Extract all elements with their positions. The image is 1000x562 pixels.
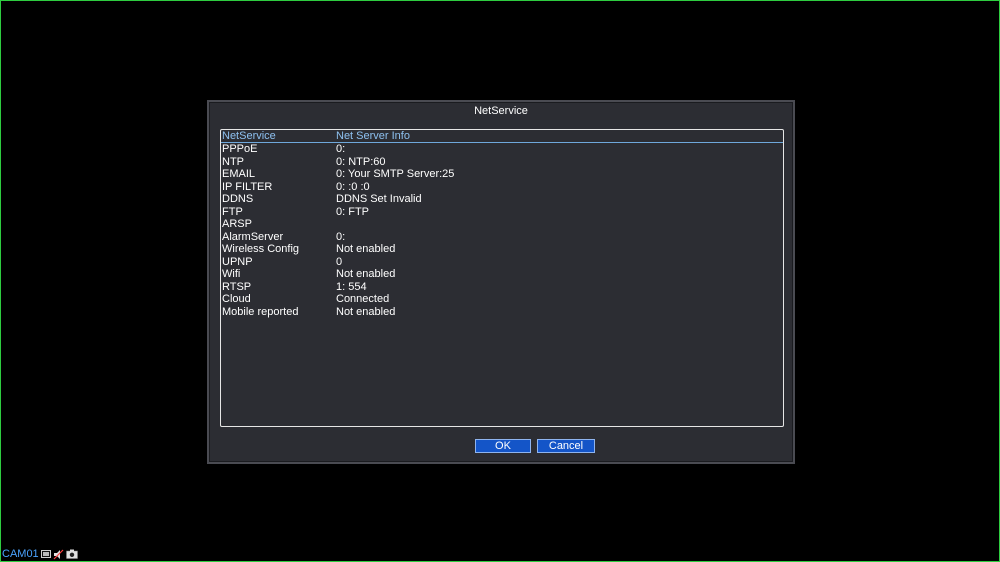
service-name: Wireless Config <box>222 243 300 255</box>
ok-button[interactable]: OK <box>475 439 531 453</box>
service-name: AlarmServer <box>222 230 284 243</box>
service-info: 0: <box>336 143 346 155</box>
service-name: RTSP <box>222 280 252 293</box>
list-item-cloud[interactable]: Cloud Connected <box>221 293 783 306</box>
service-info: 0: <box>336 230 346 243</box>
netservice-dialog: NetService NetService Net Server Info PP… <box>207 100 795 464</box>
service-info: 0: :0 :0 <box>336 180 370 193</box>
service-info: Not enabled <box>336 243 396 255</box>
cancel-button[interactable]: Cancel <box>537 439 595 453</box>
service-info: 0 <box>336 255 343 268</box>
list-item-alarmserver[interactable]: AlarmServer 0: <box>221 231 783 244</box>
service-name: PPPoE <box>222 143 258 155</box>
list-header: NetService Net Server Info <box>221 130 783 143</box>
list-item-ntp[interactable]: NTP 0: NTP:60 <box>221 156 783 169</box>
list-item-mobile-reported[interactable]: Mobile reported Not enabled <box>221 306 783 319</box>
list-item-wireless-config[interactable]: Wireless Config Not enabled <box>221 243 783 256</box>
audio-icon <box>53 549 64 560</box>
service-name: EMAIL <box>222 168 256 180</box>
service-name: Mobile reported <box>222 305 299 318</box>
list-item-ip-filter[interactable]: IP FILTER 0: :0 :0 <box>221 181 783 194</box>
service-info: 0: FTP <box>336 205 370 218</box>
dvr-screen: NetService NetService Net Server Info PP… <box>0 0 1000 562</box>
service-name: Wifi <box>222 268 241 280</box>
list-item-wifi[interactable]: Wifi Not enabled <box>221 268 783 281</box>
service-name: IP FILTER <box>222 180 273 193</box>
service-name: Cloud <box>222 293 251 305</box>
service-name: ARSP <box>222 218 252 230</box>
service-info: Not enabled <box>336 305 396 318</box>
camera-status: CAM01 <box>2 548 78 560</box>
net-service-list[interactable]: NetService Net Server Info PPPoE 0: NTP … <box>220 129 784 427</box>
list-item-pppoe[interactable]: PPPoE 0: <box>221 143 783 156</box>
service-name: FTP <box>222 205 243 218</box>
service-info: 1: 554 <box>336 280 367 293</box>
header-netservice: NetService <box>222 130 276 142</box>
camera-name: CAM01 <box>2 548 39 560</box>
service-info: 0: Your SMTP Server:25 <box>336 168 455 180</box>
list-item-ftp[interactable]: FTP 0: FTP <box>221 206 783 219</box>
record-icon <box>40 550 51 558</box>
list-item-arsp[interactable]: ARSP <box>221 218 783 231</box>
service-info: DDNS Set Invalid <box>336 193 422 205</box>
list-item-upnp[interactable]: UPNP 0 <box>221 256 783 269</box>
header-net-server-info: Net Server Info <box>336 130 410 142</box>
camera-icon <box>65 549 78 559</box>
service-name: NTP <box>222 155 244 168</box>
service-info: Not enabled <box>336 268 396 280</box>
service-name: UPNP <box>222 255 253 268</box>
list-item-ddns[interactable]: DDNS DDNS Set Invalid <box>221 193 783 206</box>
service-info: Connected <box>336 293 390 305</box>
service-name: DDNS <box>222 193 254 205</box>
list-item-rtsp[interactable]: RTSP 1: 554 <box>221 281 783 294</box>
service-info: 0: NTP:60 <box>336 155 386 168</box>
dialog-title: NetService <box>474 105 528 117</box>
list-item-email[interactable]: EMAIL 0: Your SMTP Server:25 <box>221 168 783 181</box>
